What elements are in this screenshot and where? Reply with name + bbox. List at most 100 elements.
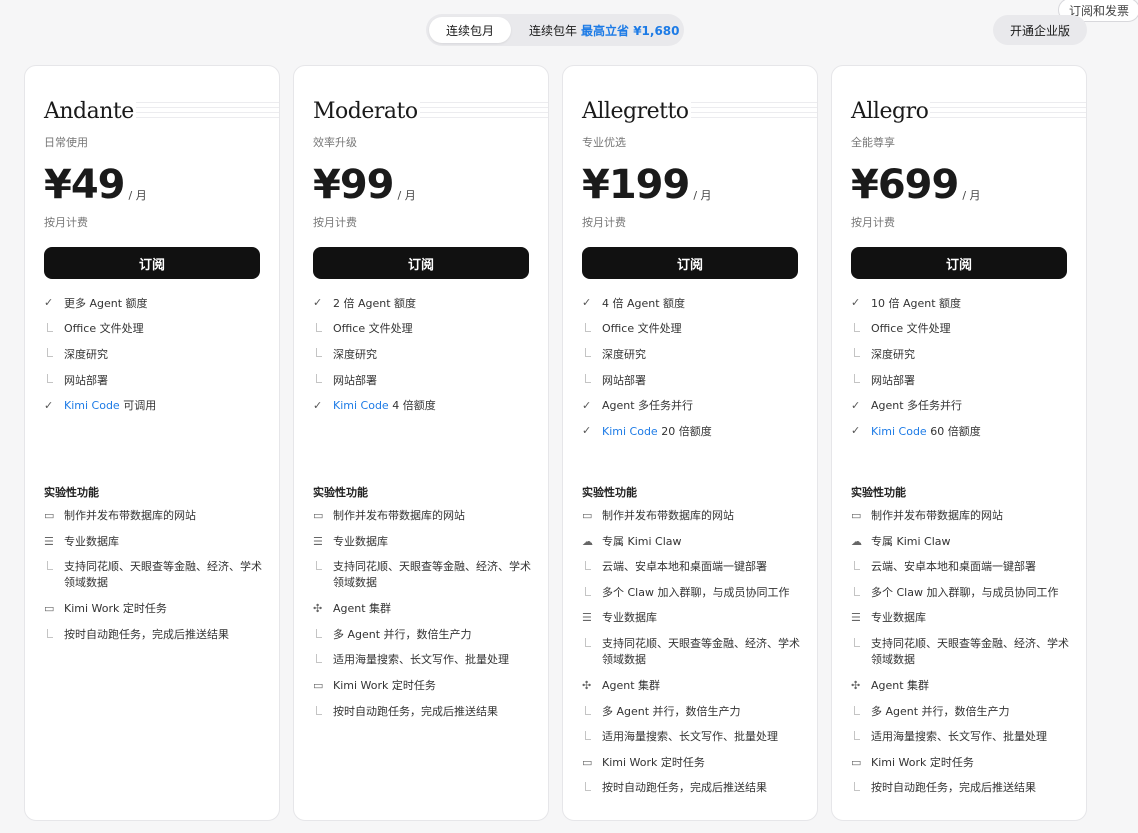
feature-list: ✓ 4 倍 Agent 额度 Office 文件处理 深度研究 网站部署 ✓ Agent 多… [582, 290, 798, 444]
enterprise-button[interactable]: 开通企业版 [993, 15, 1087, 45]
experimental-item: 多 Agent 并行，数倍生产力 [851, 700, 1071, 726]
sub-item-icon [313, 559, 333, 597]
feature-item: Office 文件处理 [851, 316, 1067, 342]
sub-item-icon [851, 322, 871, 335]
price-row: ¥699 / 月 [851, 162, 1067, 208]
experimental-item: ▭ 制作并发布带数据库的网站 [44, 504, 264, 530]
feature-label: 更多 Agent 额度 [64, 296, 148, 310]
experimental-text: 制作并发布带数据库的网站 [64, 509, 196, 522]
experimental-text: 支持同花顺、天眼查等金融、经济、学术领域数据 [871, 636, 1069, 666]
experimental-text: 专业数据库 [871, 611, 926, 625]
feature-label: 10 倍 Agent 额度 [871, 296, 962, 310]
experimental-item: 支持同花顺、天眼查等金融、经济、学术领域数据 [582, 632, 802, 674]
experimental-item: 支持同花顺、天眼查等金融、经济、学术领域数据 [313, 555, 533, 597]
feature-text: 10 倍 Agent 额度 [871, 295, 961, 311]
feature-list: ✓ 10 倍 Agent 额度 Office 文件处理 深度研究 网站部署 ✓ Agent … [851, 290, 1067, 444]
kimi-code-label: Kimi Code [333, 399, 389, 413]
claw-icon: ☁ [582, 534, 593, 548]
check-icon: ✓ [313, 296, 323, 310]
experimental-text: 多 Agent 并行，数倍生产力 [602, 704, 741, 718]
database-icon: ☰ [582, 611, 592, 625]
feature-text: 4 倍 Agent 额度 [602, 295, 685, 311]
experimental-text: Kimi Work 定时任务 [333, 678, 436, 692]
experimental-item: 按时自动跑任务，完成后推送结果 [44, 623, 264, 649]
plan-card-moderato: Moderato 效率升级 ¥99 / 月 按月计费 订阅 ✓ 2 倍 Agent 额度… [293, 65, 549, 821]
check-icon: ✓ [851, 296, 861, 310]
monitor-icon: ▭ [313, 678, 324, 692]
subscribe-button[interactable]: 订阅 [851, 247, 1067, 279]
experimental-item: ▭ 制作并发布带数据库的网站 [851, 504, 1071, 530]
plan-tagline: 效率升级 [313, 136, 357, 149]
sub-item-icon [582, 585, 602, 607]
monthly-option[interactable]: 连续包月 [429, 17, 511, 43]
experimental-text: 支持同花顺、天眼查等金融、经济、学术领域数据 [333, 560, 531, 590]
feature-text: 2 倍 Agent 额度 [333, 295, 416, 311]
subscribe-button[interactable]: 订阅 [313, 247, 529, 279]
subscribe-button[interactable]: 订阅 [582, 247, 798, 279]
yearly-option[interactable]: 连续包年 最高立省 ¥1,680 [511, 17, 680, 43]
feature-item: ✓ 更多 Agent 额度 [44, 290, 260, 316]
experimental-item: 适用海量搜索、长文写作、批量处理 [313, 648, 533, 674]
experimental-item: ✣ Agent 集群 [582, 674, 802, 700]
database-icon: ☰ [313, 534, 323, 548]
kimi-code-label: Kimi Code [871, 424, 927, 438]
cluster-icon: ✣ [313, 602, 323, 616]
feature-label: Agent 多任务并行 [602, 399, 694, 413]
experimental-text: 多个 Claw 加入群聊，与成员协同工作 [871, 585, 1059, 599]
price-period: / 月 [962, 189, 981, 202]
plan-name: Allegretto [582, 98, 691, 126]
experimental-item: 支持同花顺、天眼查等金融、经济、学术领域数据 [851, 632, 1071, 674]
sub-item-icon [851, 729, 871, 751]
experimental-item: 多 Agent 并行，数倍生产力 [582, 700, 802, 726]
browser-icon: ▭ [44, 509, 55, 522]
feature-label: 网站部署 [64, 373, 108, 387]
feature-text: Office 文件处理 [602, 320, 682, 336]
experimental-item: ☰ 专业数据库 [851, 606, 1071, 632]
sub-item-icon [44, 559, 64, 597]
sub-item-icon [582, 559, 602, 581]
experimental-title: 实验性功能 [44, 486, 99, 499]
feature-item: ✓ Kimi Code 20 倍额度 [582, 418, 798, 444]
feature-item: 深度研究 [313, 341, 529, 367]
feature-item: ✓ 4 倍 Agent 额度 [582, 290, 798, 316]
feature-label: 网站部署 [333, 373, 377, 387]
experimental-item: ☁ 专属 Kimi Claw [851, 530, 1071, 556]
billing-note: 按月计费 [582, 216, 626, 229]
sub-item-icon [313, 627, 333, 649]
experimental-item: ☰ 专业数据库 [313, 530, 533, 556]
monitor-icon: ▭ [582, 755, 593, 769]
feature-label: 深度研究 [333, 347, 377, 361]
feature-item: ✓ Agent 多任务并行 [582, 392, 798, 418]
experimental-text: 按时自动跑任务，完成后推送结果 [871, 781, 1036, 795]
feature-text: Office 文件处理 [333, 320, 413, 336]
experimental-title: 实验性功能 [582, 486, 637, 499]
billing-note: 按月计费 [851, 216, 895, 229]
experimental-text: 按时自动跑任务，完成后推送结果 [64, 627, 229, 641]
database-icon: ☰ [851, 611, 861, 625]
billing-note: 按月计费 [44, 216, 88, 229]
sub-item-icon [582, 704, 602, 726]
feature-item: ✓ 10 倍 Agent 额度 [851, 290, 1067, 316]
feature-text: 网站部署 [64, 372, 108, 388]
experimental-text: 制作并发布带数据库的网站 [871, 509, 1003, 522]
feature-text: 深度研究 [333, 346, 377, 362]
cluster-icon: ✣ [582, 678, 592, 692]
feature-list: ✓ 2 倍 Agent 额度 Office 文件处理 深度研究 网站部署 ✓ Kimi Co… [313, 290, 529, 418]
sub-item-icon [44, 347, 64, 360]
feature-item: 深度研究 [582, 341, 798, 367]
feature-label: 2 倍 Agent 额度 [333, 296, 417, 310]
sub-item-icon [582, 373, 602, 386]
experimental-text: 专业数据库 [64, 534, 119, 548]
feature-text: 网站部署 [871, 372, 915, 388]
plan-name: Moderato [313, 98, 420, 126]
experimental-text: 制作并发布带数据库的网站 [602, 509, 734, 522]
feature-text: Agent 多任务并行 [602, 397, 693, 413]
sub-item-icon [851, 347, 871, 360]
check-icon: ✓ [582, 424, 592, 438]
experimental-section: 实验性功能 ▭ 制作并发布带数据库的网站 ☁ 专属 Kimi Claw 云端、安卓本地和桌… [851, 480, 1071, 802]
subscribe-button[interactable]: 订阅 [44, 247, 260, 279]
experimental-item: 适用海量搜索、长文写作、批量处理 [582, 725, 802, 751]
experimental-section: 实验性功能 ▭ 制作并发布带数据库的网站 ☰ 专业数据库 支持同花顺、天眼查等金融、经济、… [44, 480, 264, 648]
experimental-text: 按时自动跑任务，完成后推送结果 [602, 781, 767, 795]
feature-item: ✓ Kimi Code 可调用 [44, 392, 260, 418]
